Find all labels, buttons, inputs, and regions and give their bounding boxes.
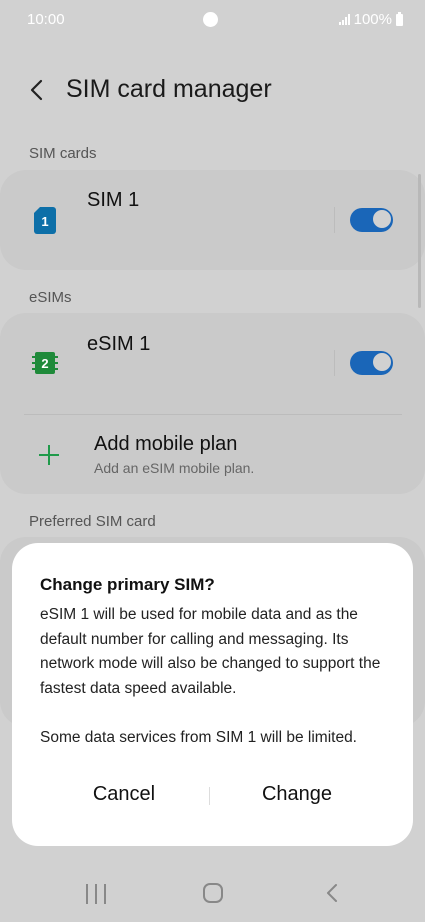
add-mobile-plan-title: Add mobile plan xyxy=(94,433,238,455)
cancel-button[interactable]: Cancel xyxy=(72,783,176,806)
status-bar: 10:00 100% xyxy=(0,0,425,40)
esim-chip-icon: 2 xyxy=(32,352,58,374)
sim-card-icon: 1 xyxy=(34,207,56,234)
battery-percentage: 100% xyxy=(353,11,392,28)
dialog-title: Change primary SIM? xyxy=(40,575,215,594)
esim1-label: eSIM 1 xyxy=(87,333,151,355)
sim1-divider xyxy=(334,207,335,233)
section-label-esims: eSIMs xyxy=(29,289,72,306)
add-mobile-plan-subtitle: Add an eSIM mobile plan. xyxy=(94,460,255,476)
battery-icon xyxy=(396,11,403,26)
add-mobile-plan-row[interactable]: Add mobile plan Add an eSIM mobile plan. xyxy=(0,415,425,494)
recent-apps-icon[interactable] xyxy=(86,884,106,904)
change-primary-sim-dialog: Change primary SIM? eSIM 1 will be used … xyxy=(12,543,413,846)
scrollbar[interactable] xyxy=(418,174,421,308)
esim1-toggle[interactable] xyxy=(350,351,393,375)
dialog-button-divider xyxy=(209,787,210,805)
esim1-divider xyxy=(334,350,335,376)
page-title: SIM card manager xyxy=(66,75,272,103)
esim1-row[interactable]: 2 eSIM 1 xyxy=(0,313,330,413)
camera-cutout xyxy=(203,12,218,27)
esim1-badge: 2 xyxy=(41,356,48,371)
esims-card: 2 eSIM 1 Add mobile plan Add an eSIM mob… xyxy=(0,313,425,494)
dialog-message: eSIM 1 will be used for mobile data and … xyxy=(40,606,381,746)
toggle-knob xyxy=(372,209,392,229)
section-label-sim-cards: SIM cards xyxy=(29,145,97,162)
section-label-preferred: Preferred SIM card xyxy=(29,513,156,530)
change-button[interactable]: Change xyxy=(244,783,350,806)
status-indicators: 100% xyxy=(338,11,403,28)
nav-back-icon[interactable] xyxy=(325,883,339,903)
sim1-toggle[interactable] xyxy=(350,208,393,232)
status-time: 10:00 xyxy=(27,11,65,28)
plus-icon xyxy=(39,445,59,465)
sim1-badge: 1 xyxy=(41,214,48,229)
toggle-knob xyxy=(372,352,392,372)
sim-cards-card: 1 SIM 1 xyxy=(0,170,425,270)
sim1-label: SIM 1 xyxy=(87,189,140,211)
home-icon[interactable] xyxy=(203,883,223,903)
sim1-row[interactable]: 1 SIM 1 xyxy=(0,170,330,270)
back-arrow-icon[interactable] xyxy=(28,79,46,101)
signal-icon xyxy=(338,14,350,25)
